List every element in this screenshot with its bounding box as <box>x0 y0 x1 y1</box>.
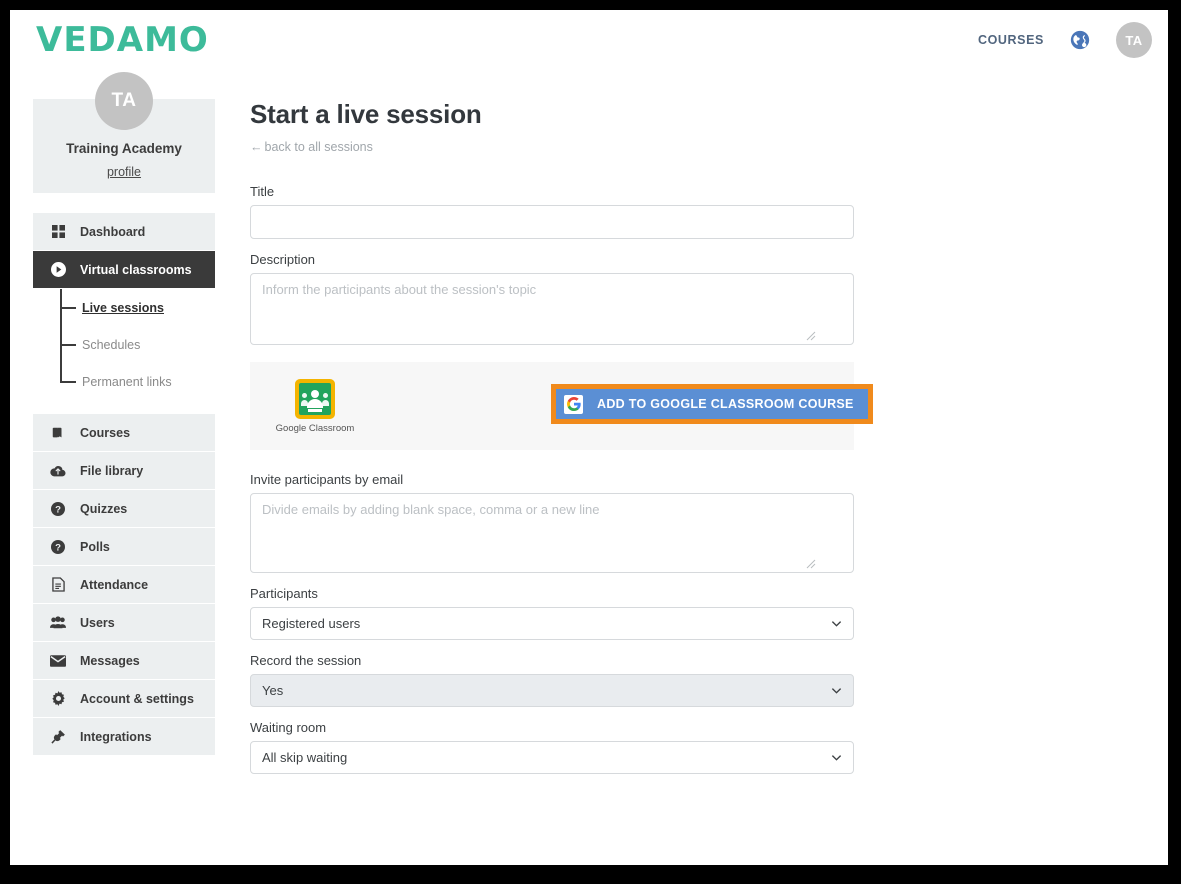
svg-text:?: ? <box>55 504 61 515</box>
title-input[interactable] <box>250 205 854 239</box>
participants-select[interactable]: Registered users <box>250 607 854 640</box>
page-title: Start a live session <box>250 99 482 129</box>
google-g-icon <box>564 394 583 414</box>
profile-avatar: TA <box>95 72 153 130</box>
field-label-waiting-room: Waiting room <box>250 720 327 735</box>
sidebar-subitem-label: Live sessions <box>82 300 164 315</box>
sidebar-item-label: Polls <box>80 539 110 554</box>
sidebar-item-label: Users <box>80 615 115 630</box>
question-circle-icon: ? <box>49 539 67 554</box>
grid-icon <box>49 225 67 238</box>
sidebar-item-dashboard[interactable]: Dashboard <box>33 213 215 251</box>
main-content: Start a live session ← back to all sessio… <box>250 99 890 787</box>
tree-branch <box>60 307 76 309</box>
back-link-label: back to all sessions <box>264 140 373 154</box>
invite-emails-textarea[interactable] <box>250 493 854 573</box>
globe-icon[interactable] <box>1070 30 1090 50</box>
add-to-google-classroom-highlight: ADD TO GOOGLE CLASSROOM COURSE <box>551 384 873 424</box>
google-classroom-icon <box>295 378 335 419</box>
sidebar-item-label: Attendance <box>80 577 149 592</box>
sidebar-item-integrations[interactable]: Integrations <box>33 718 215 756</box>
sidebar: TA Training Academy profile Dashboard Vi… <box>33 72 215 756</box>
description-textarea[interactable] <box>250 273 854 345</box>
sidebar-item-label: File library <box>80 463 144 478</box>
google-classroom-panel: Google Classroom ADD TO GOOGLE CLASSROOM… <box>250 362 873 450</box>
invite-wrap <box>250 493 854 573</box>
field-label-record-session: Record the session <box>250 653 362 668</box>
sidebar-item-courses[interactable]: Courses <box>33 414 215 452</box>
sidebar-item-label: Courses <box>80 425 131 440</box>
sidebar-subitem-permanent-links[interactable]: Permanent links <box>33 363 215 400</box>
field-label-title: Title <box>250 184 275 199</box>
svg-text:?: ? <box>55 542 61 553</box>
field-label-description: Description <box>250 252 316 267</box>
sidebar-item-label: Messages <box>80 653 140 668</box>
sidebar-item-label: Account & settings <box>80 691 194 706</box>
sidebar-subitem-label: Schedules <box>82 337 141 352</box>
nav-courses-link[interactable]: COURSES <box>978 33 1044 47</box>
sidebar-item-quizzes[interactable]: ? Quizzes <box>33 490 215 528</box>
sidebar-item-label: Quizzes <box>80 501 128 516</box>
back-arrow-icon: ← <box>250 140 263 154</box>
field-participants: Participants Registered users <box>250 586 890 640</box>
sidebar-item-messages[interactable]: Messages <box>33 642 215 680</box>
add-to-google-classroom-label: ADD TO GOOGLE CLASSROOM COURSE <box>597 397 854 411</box>
sidebar-item-label: Integrations <box>80 729 152 744</box>
sidebar-item-virtual-classrooms[interactable]: Virtual classrooms <box>33 251 215 289</box>
back-to-all-sessions-link[interactable]: ← back to all sessions <box>250 140 890 154</box>
sidebar-item-polls[interactable]: ? Polls <box>33 528 215 566</box>
sidebar-subitem-schedules[interactable]: Schedules <box>33 326 215 363</box>
profile-card: TA Training Academy profile <box>33 72 215 193</box>
app-window: VEDAMO COURSES TA TA Training Academy pr… <box>10 10 1168 865</box>
sidebar-item-file-library[interactable]: File library <box>33 452 215 490</box>
gear-icon <box>49 691 67 706</box>
field-label-participants: Participants <box>250 586 318 601</box>
participants-select-wrap: Registered users <box>250 607 854 640</box>
sidebar-subitem-live-sessions[interactable]: Live sessions <box>33 289 215 326</box>
sidebar-item-label: Virtual classrooms <box>80 262 192 277</box>
field-waiting-room: Waiting room All skip waiting <box>250 720 890 774</box>
record-session-select-wrap: Yes <box>250 674 854 707</box>
waiting-room-select[interactable]: All skip waiting <box>250 741 854 774</box>
users-icon <box>49 616 67 629</box>
header-right-nav: COURSES TA <box>978 22 1152 58</box>
sidebar-item-users[interactable]: Users <box>33 604 215 642</box>
tree-branch <box>60 344 76 346</box>
sidebar-subnav: Live sessions Schedules Permanent links <box>33 289 215 410</box>
sidebar-item-attendance[interactable]: Attendance <box>33 566 215 604</box>
user-avatar[interactable]: TA <box>1116 22 1152 58</box>
google-classroom-brand: Google Classroom <box>272 378 358 434</box>
sidebar-main-group: Courses File library ? Quizzes ? Polls A… <box>33 414 215 756</box>
field-record-session: Record the session Yes <box>250 653 890 707</box>
waiting-room-select-wrap: All skip waiting <box>250 741 854 774</box>
field-invite: Invite participants by email <box>250 472 890 573</box>
record-session-select[interactable]: Yes <box>250 674 854 707</box>
field-label-invite: Invite participants by email <box>250 472 404 487</box>
vedamo-logo[interactable]: VEDAMO <box>36 20 209 60</box>
sidebar-item-account-settings[interactable]: Account & settings <box>33 680 215 718</box>
profile-link[interactable]: profile <box>43 165 205 179</box>
question-circle-icon: ? <box>49 501 67 516</box>
field-title: Title <box>250 184 890 239</box>
profile-name: Training Academy <box>66 141 182 156</box>
description-wrap <box>250 273 854 345</box>
add-to-google-classroom-button[interactable]: ADD TO GOOGLE CLASSROOM COURSE <box>556 389 868 419</box>
sidebar-item-label: Dashboard <box>80 224 146 239</box>
play-circle-icon <box>49 262 67 277</box>
plug-icon <box>49 729 67 744</box>
field-description: Description <box>250 252 890 345</box>
file-text-icon <box>49 577 67 592</box>
top-header: VEDAMO COURSES TA <box>10 10 1168 72</box>
book-icon <box>49 426 67 440</box>
cloud-upload-icon <box>49 464 67 478</box>
tree-branch <box>60 381 76 383</box>
envelope-icon <box>49 654 67 667</box>
google-classroom-caption: Google Classroom <box>275 422 355 434</box>
sidebar-subitem-label: Permanent links <box>82 374 172 389</box>
